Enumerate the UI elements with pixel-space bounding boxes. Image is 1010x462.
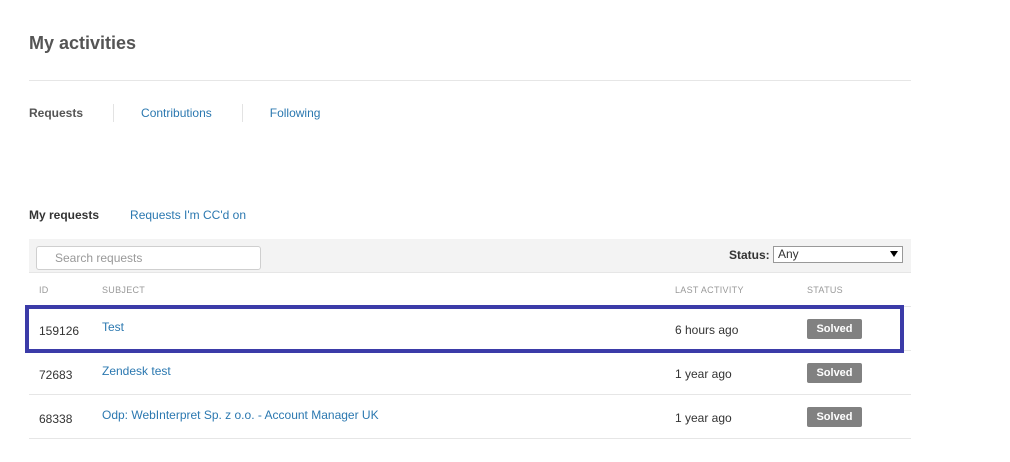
request-id: 159126 xyxy=(39,324,80,338)
request-last-activity: 6 hours ago xyxy=(675,323,739,337)
status-filter-label: Status: xyxy=(729,248,770,262)
nav-divider xyxy=(241,104,243,122)
column-header-status: STATUS xyxy=(807,285,843,295)
filter-bar: Status: Any xyxy=(29,239,911,273)
request-last-activity: 1 year ago xyxy=(675,367,732,381)
request-subject-link[interactable]: Odp: WebInterpret Sp. z o.o. - Account M… xyxy=(102,408,379,422)
nav-tab-following[interactable]: Following xyxy=(270,106,321,120)
status-filter-select[interactable]: Any xyxy=(773,246,903,263)
table-row: 68338 Odp: WebInterpret Sp. z o.o. - Acc… xyxy=(29,395,911,439)
title-divider xyxy=(29,80,911,81)
request-last-activity: 1 year ago xyxy=(675,411,732,425)
table-row: 159126 Test 6 hours ago Solved xyxy=(29,307,911,351)
requests-table: ID SUBJECT LAST ACTIVITY STATUS 159126 T… xyxy=(29,273,911,439)
nav-tab-requests[interactable]: Requests xyxy=(29,106,83,120)
status-filter-value: Any xyxy=(778,247,799,261)
status-badge: Solved xyxy=(807,319,862,339)
column-header-last-activity: LAST ACTIVITY xyxy=(675,285,744,295)
page-title: My activities xyxy=(29,33,137,53)
request-subject-link[interactable]: Zendesk test xyxy=(102,364,171,378)
subnav-tab-my-requests[interactable]: My requests xyxy=(29,208,99,222)
column-header-id: ID xyxy=(39,285,49,295)
dropdown-arrow-icon xyxy=(890,251,898,257)
subnav-tab-ccd-requests[interactable]: Requests I'm CC'd on xyxy=(130,208,246,222)
nav-tab-contributions[interactable]: Contributions xyxy=(141,106,212,120)
request-id: 72683 xyxy=(39,368,73,382)
page: My activities Requests Contributions Fol… xyxy=(0,0,1010,462)
request-id: 68338 xyxy=(39,412,73,426)
requests-subnav: My requests Requests I'm CC'd on xyxy=(29,208,246,222)
status-badge: Solved xyxy=(807,363,862,383)
nav-divider xyxy=(113,104,115,122)
search-requests-input[interactable] xyxy=(36,246,261,270)
table-header: ID SUBJECT LAST ACTIVITY STATUS xyxy=(29,273,911,307)
table-row: 72683 Zendesk test 1 year ago Solved xyxy=(29,351,911,395)
column-header-subject: SUBJECT xyxy=(102,285,146,295)
activities-nav: Requests Contributions Following xyxy=(29,104,320,122)
status-badge: Solved xyxy=(807,407,862,427)
request-subject-link[interactable]: Test xyxy=(102,320,124,334)
